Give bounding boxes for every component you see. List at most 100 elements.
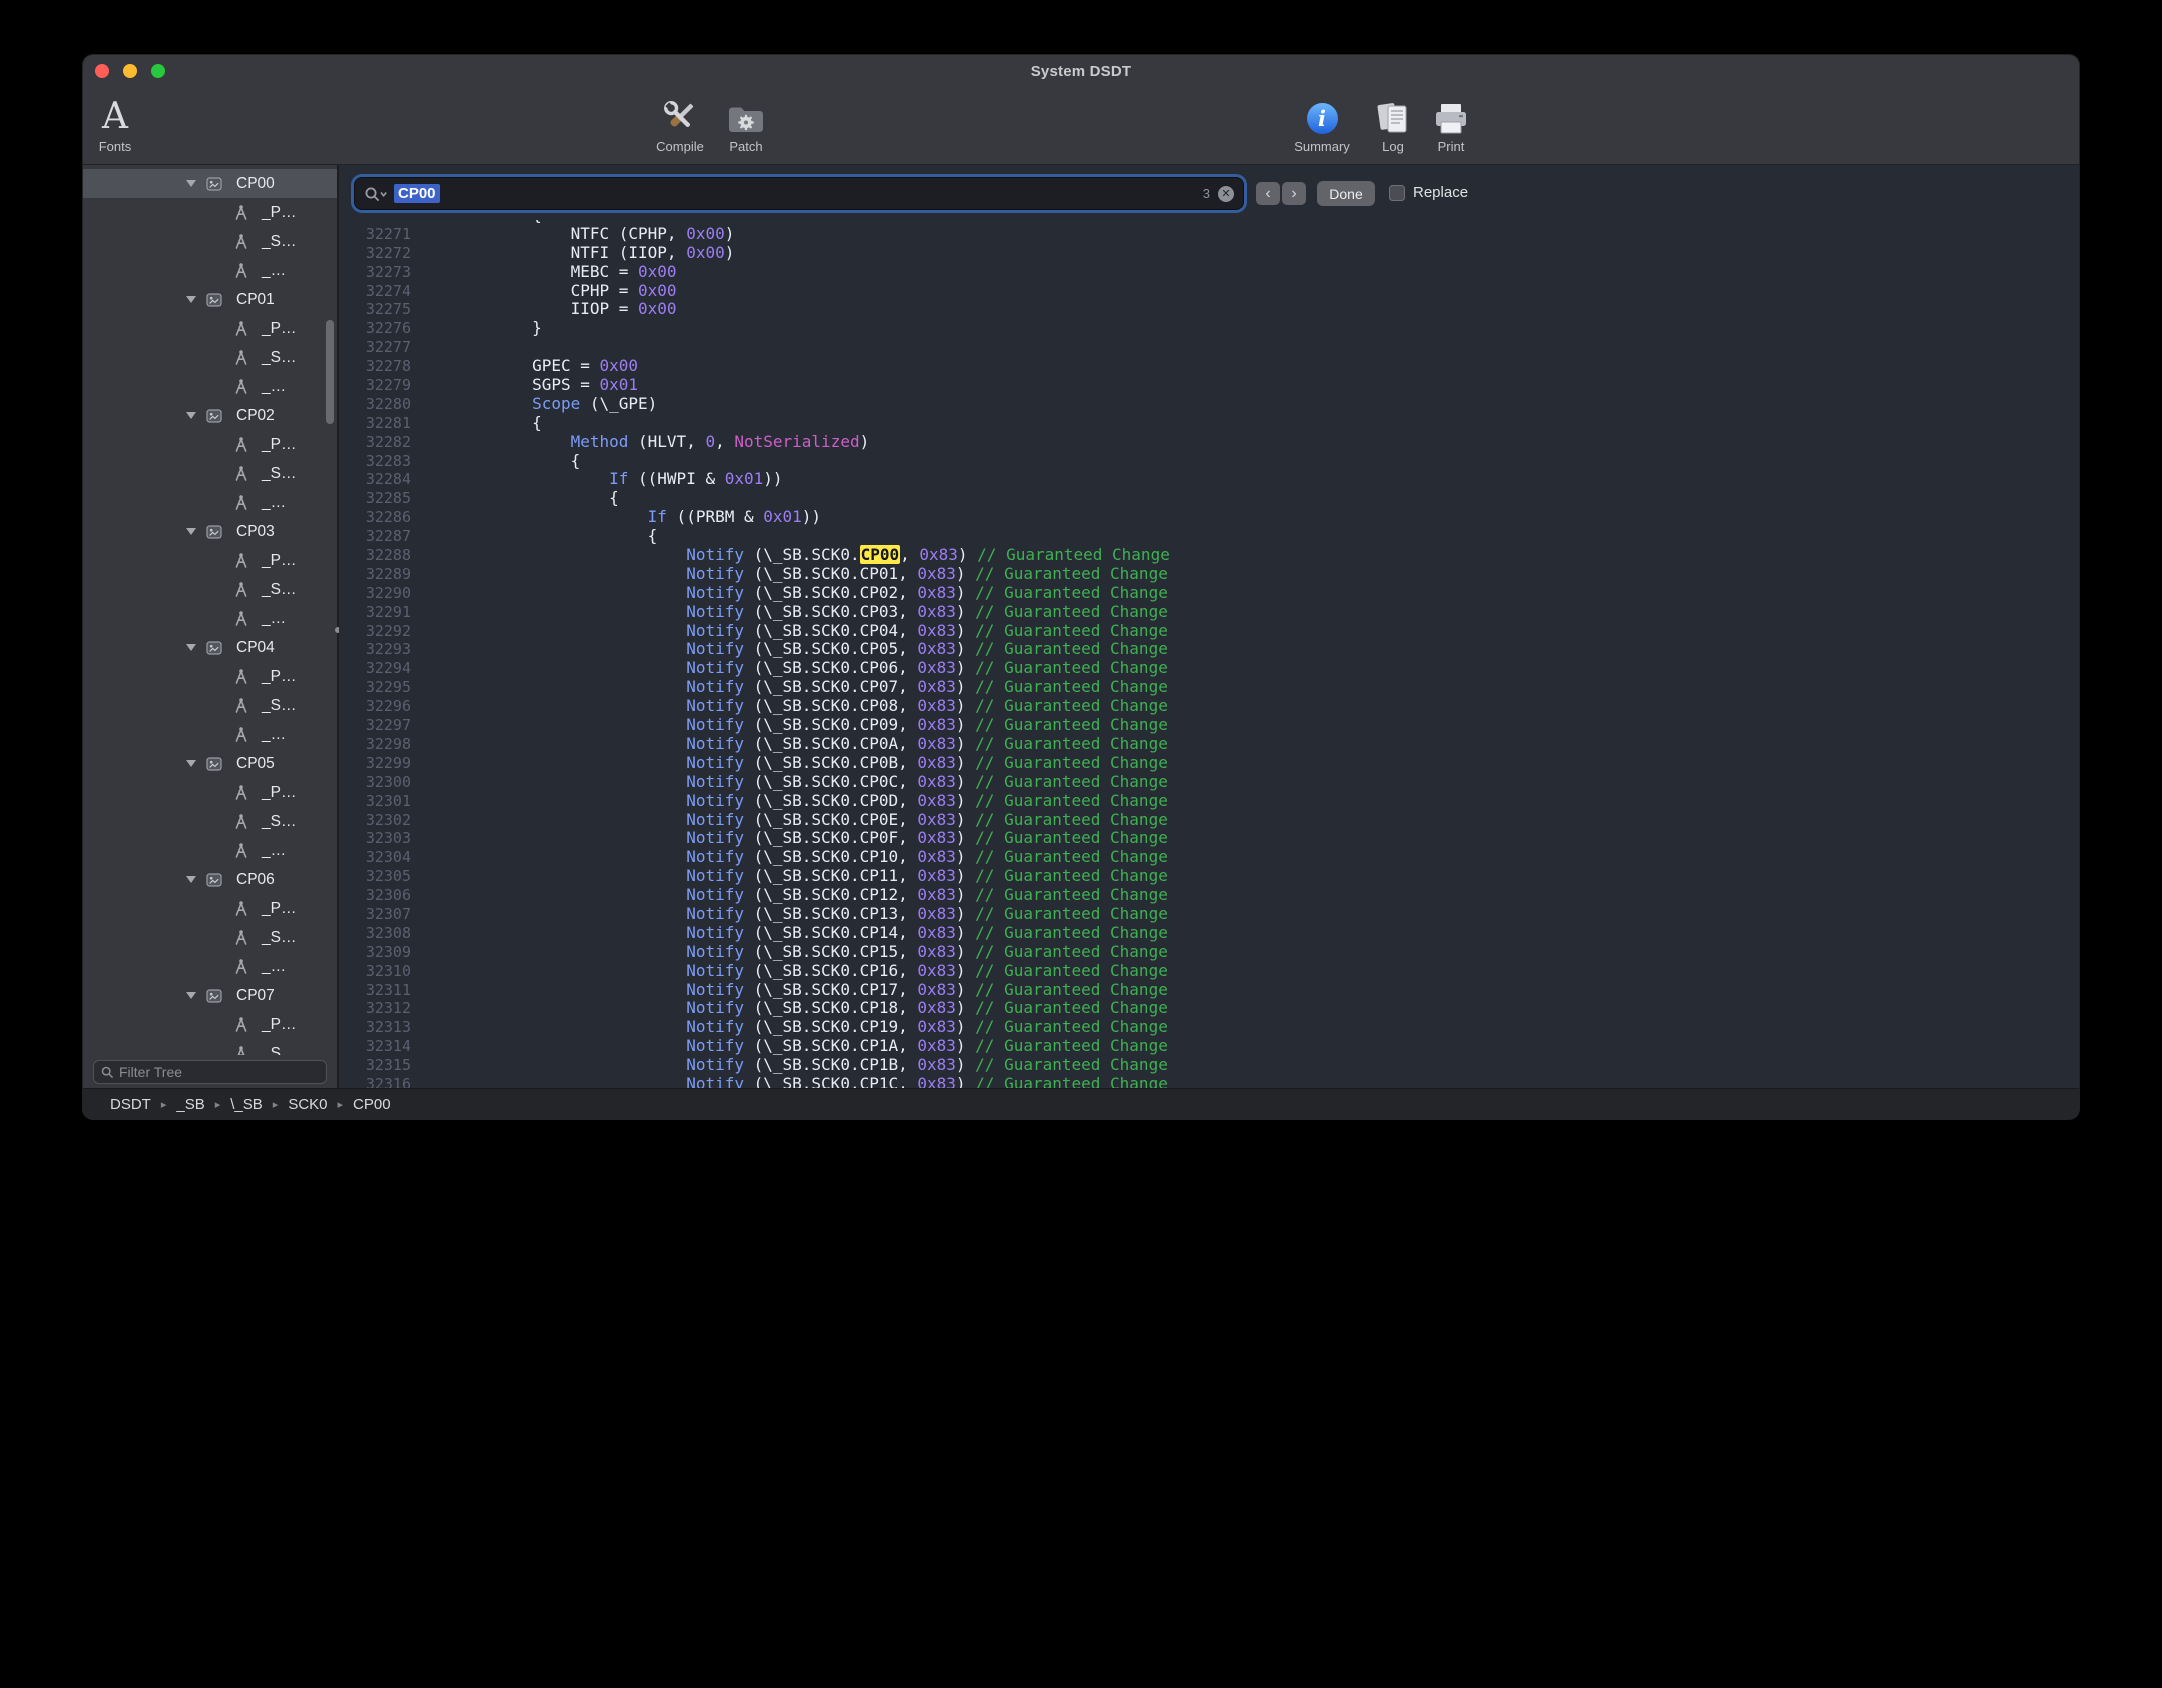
- breadcrumb-item[interactable]: DSDT: [110, 1096, 151, 1113]
- line-number: 32284: [339, 470, 411, 489]
- tree-child-node[interactable]: _P…: [83, 778, 337, 807]
- tree-child-node[interactable]: _S…: [83, 691, 337, 720]
- tree-node-cp07[interactable]: CP07: [83, 981, 337, 1010]
- breadcrumb-item[interactable]: CP00: [353, 1096, 391, 1113]
- tree-node-label: CP04: [236, 639, 275, 657]
- tree-child-node[interactable]: _…: [83, 952, 337, 981]
- disclosure-down-icon[interactable]: [186, 992, 196, 999]
- breadcrumb-item[interactable]: SCK0: [288, 1096, 327, 1113]
- code-editor[interactable]: 32270 {32271 NTFC (CPHP, 0x00)32272 NTFI…: [339, 220, 2079, 1088]
- code-text: Notify (\_SB.SCK0.CP0F, 0x83) // Guarant…: [455, 829, 1168, 848]
- line-number: 32313: [339, 1018, 411, 1037]
- line-number: 32276: [339, 319, 411, 338]
- tree-child-node[interactable]: _P…: [83, 662, 337, 691]
- filter-tree-field[interactable]: [93, 1060, 327, 1084]
- minimize-button[interactable]: [123, 64, 137, 78]
- disclosure-down-icon[interactable]: [186, 760, 196, 767]
- tree-child-node[interactable]: _S…: [83, 227, 337, 256]
- tree-child-node[interactable]: _…: [83, 720, 337, 749]
- tree-node-label: _…: [262, 262, 286, 280]
- tree-child-node[interactable]: _…: [83, 488, 337, 517]
- code-text: Notify (\_SB.SCK0.CP0E, 0x83) // Guarant…: [455, 811, 1168, 830]
- code-line: 32303 Notify (\_SB.SCK0.CP0F, 0x83) // G…: [339, 829, 2079, 848]
- replace-checkbox[interactable]: [1389, 185, 1405, 201]
- fonts-button[interactable]: A Fonts: [83, 91, 163, 154]
- tree-child-node[interactable]: _P…: [83, 430, 337, 459]
- tree-node-cp01[interactable]: CP01: [83, 285, 337, 314]
- tree-child-node[interactable]: _P…: [83, 1010, 337, 1039]
- patch-button[interactable]: Patch: [698, 91, 794, 154]
- line-number: 32272: [339, 244, 411, 263]
- tree-child-node[interactable]: _P…: [83, 546, 337, 575]
- print-button[interactable]: Print: [1403, 91, 1499, 154]
- find-nav-buttons: ‹ ›: [1256, 182, 1306, 205]
- sidebar-scrollbar[interactable]: [326, 320, 334, 424]
- disclosure-down-icon[interactable]: [186, 644, 196, 651]
- tree-node-cp05[interactable]: CP05: [83, 749, 337, 778]
- tree-child-node[interactable]: _S…: [83, 807, 337, 836]
- traffic-lights: [95, 64, 165, 78]
- tree-node-cp04[interactable]: CP04: [83, 633, 337, 662]
- code-text: Notify (\_SB.SCK0.CP0B, 0x83) // Guarant…: [455, 754, 1168, 773]
- tree-node-label: _S…: [262, 929, 296, 947]
- tree-child-node[interactable]: _S…: [83, 459, 337, 488]
- breadcrumb-item[interactable]: _SB: [176, 1096, 204, 1113]
- search-field[interactable]: CP00 3 ✕: [355, 178, 1243, 209]
- fonts-icon: A: [102, 97, 128, 137]
- code-text: NTFI (IIOP, 0x00): [455, 244, 734, 263]
- tree-node-cp02[interactable]: CP02: [83, 401, 337, 430]
- search-icon: [101, 1066, 114, 1079]
- tree-child-node[interactable]: _P…: [83, 314, 337, 343]
- code-line: 32310 Notify (\_SB.SCK0.CP16, 0x83) // G…: [339, 962, 2079, 981]
- search-input[interactable]: CP00: [394, 184, 440, 203]
- dsdt-tree[interactable]: CP00_P…_S…_…CP01_P…_S…_…CP02_P…_S…_…CP03…: [83, 165, 337, 1055]
- tree-child-node[interactable]: _…: [83, 604, 337, 633]
- tree-node-label: _P…: [262, 204, 296, 222]
- line-number: 32316: [339, 1075, 411, 1088]
- method-icon: [232, 784, 250, 802]
- line-number: 32290: [339, 584, 411, 603]
- tree-child-node[interactable]: _S…: [83, 1039, 337, 1055]
- tree-child-node[interactable]: _S…: [83, 343, 337, 372]
- find-previous-button[interactable]: ‹: [1256, 182, 1280, 205]
- tree-child-node[interactable]: _P…: [83, 198, 337, 227]
- clear-search-button[interactable]: ✕: [1218, 186, 1234, 202]
- tree-node-cp06[interactable]: CP06: [83, 865, 337, 894]
- breadcrumb-item[interactable]: \_SB: [230, 1096, 263, 1113]
- tree-child-node[interactable]: _…: [83, 372, 337, 401]
- disclosure-down-icon[interactable]: [186, 528, 196, 535]
- disclosure-down-icon[interactable]: [186, 180, 196, 187]
- code-line: 32277: [339, 338, 2079, 357]
- tree-node-label: _P…: [262, 784, 296, 802]
- tree-node-cp03[interactable]: CP03: [83, 517, 337, 546]
- disclosure-down-icon[interactable]: [186, 412, 196, 419]
- tree-node-label: _…: [262, 610, 286, 628]
- tree-node-cp00[interactable]: CP00: [83, 169, 337, 198]
- line-number: 32295: [339, 678, 411, 697]
- tree-child-node[interactable]: _S…: [83, 575, 337, 604]
- filter-tree-input[interactable]: [119, 1064, 304, 1080]
- window-title: System DSDT: [83, 55, 2079, 88]
- tree-child-node[interactable]: _P…: [83, 894, 337, 923]
- tree-node-label: _S…: [262, 233, 296, 251]
- line-number: 32305: [339, 867, 411, 886]
- zoom-button[interactable]: [151, 64, 165, 78]
- tree-child-node[interactable]: _…: [83, 256, 337, 285]
- search-menu-icon[interactable]: [364, 186, 388, 202]
- tree-child-node[interactable]: _…: [83, 836, 337, 865]
- code-line: 32298 Notify (\_SB.SCK0.CP0A, 0x83) // G…: [339, 735, 2079, 754]
- editor-pane: CP00 3 ✕ ‹ › Done Replace 32270 {32271 N…: [339, 165, 2079, 1088]
- tree-child-node[interactable]: _S…: [83, 923, 337, 952]
- tree-node-label: _P…: [262, 668, 296, 686]
- code-line: 32313 Notify (\_SB.SCK0.CP19, 0x83) // G…: [339, 1018, 2079, 1037]
- code-line: 32288 Notify (\_SB.SCK0.CP00, 0x83) // G…: [339, 546, 2079, 565]
- find-next-button[interactable]: ›: [1282, 182, 1306, 205]
- method-icon: [232, 929, 250, 947]
- done-button[interactable]: Done: [1317, 181, 1375, 206]
- close-button[interactable]: [95, 64, 109, 78]
- code-text: Notify (\_SB.SCK0.CP0A, 0x83) // Guarant…: [455, 735, 1168, 754]
- method-icon: [232, 436, 250, 454]
- disclosure-down-icon[interactable]: [186, 876, 196, 883]
- print-icon: [1431, 91, 1471, 137]
- disclosure-down-icon[interactable]: [186, 296, 196, 303]
